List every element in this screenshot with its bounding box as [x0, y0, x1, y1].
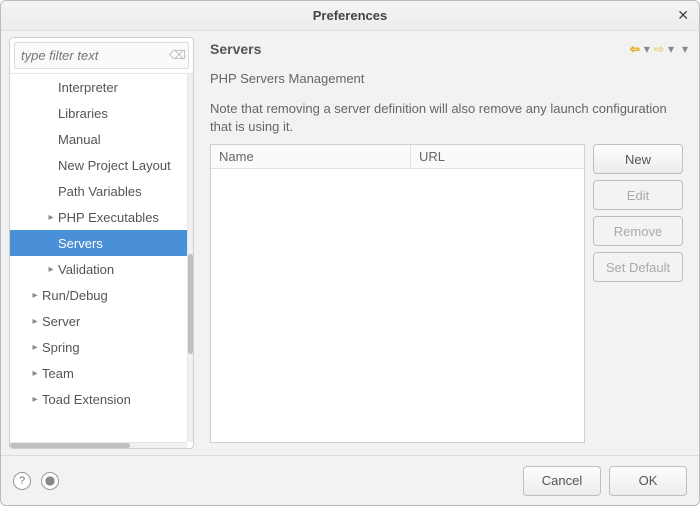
filter-box: ⌫ [10, 38, 193, 74]
body: ⌫ Interpreter Libraries Manual New Project … [1, 31, 699, 455]
tree-item-team[interactable]: ▸Team [10, 360, 187, 386]
servers-table[interactable]: Name URL [210, 144, 585, 443]
tree-item-label: Path Variables [58, 184, 142, 199]
new-button[interactable]: New [593, 144, 683, 174]
help-icon[interactable]: ? [13, 472, 31, 490]
remove-button[interactable]: Remove [593, 216, 683, 246]
tree-item-label: Server [42, 314, 80, 329]
tree-item-label: Team [42, 366, 74, 381]
tree-item-label: PHP Executables [58, 210, 159, 225]
tree-item-label: Manual [58, 132, 101, 147]
tree-item-interpreter[interactable]: Interpreter [10, 74, 187, 100]
tree-item-label: Servers [58, 236, 103, 251]
tree-item-label: Libraries [58, 106, 108, 121]
tree-item-spring[interactable]: ▸Spring [10, 334, 187, 360]
tree-item-manual[interactable]: Manual [10, 126, 187, 152]
tree-item-label: Toad Extension [42, 392, 131, 407]
filter-input[interactable] [14, 42, 189, 69]
tree-item-path-variables[interactable]: Path Variables [10, 178, 187, 204]
side-buttons: New Edit Remove Set Default [593, 144, 683, 443]
main-header: Servers ⇦ ▾ ⇨ ▾ ▾ [204, 37, 689, 65]
set-default-button[interactable]: Set Default [593, 252, 683, 282]
expand-arrow-icon[interactable]: ▸ [44, 264, 58, 275]
page-heading: Servers [210, 41, 261, 57]
tree-item-label: Validation [58, 262, 114, 277]
column-name[interactable]: Name [211, 145, 411, 168]
footer-left: ? [13, 472, 59, 490]
main-content: PHP Servers Management Note that removin… [204, 65, 689, 449]
footer: ? Cancel OK [1, 455, 699, 505]
nav-forward-dropdown-icon[interactable]: ▾ [667, 42, 675, 56]
table-header: Name URL [211, 145, 584, 169]
footer-right: Cancel OK [523, 466, 687, 496]
tree-item-php-executables[interactable]: ▸PHP Executables [10, 204, 187, 230]
nav-back-dropdown-icon[interactable]: ▾ [643, 42, 651, 56]
tree-item-label: Spring [42, 340, 80, 355]
tree-item-label: New Project Layout [58, 158, 171, 173]
close-icon[interactable]: ✕ [677, 7, 689, 24]
edit-button[interactable]: Edit [593, 180, 683, 210]
tree-item-new-project-layout[interactable]: New Project Layout [10, 152, 187, 178]
preferences-window: Preferences ✕ ⌫ Interpreter Libraries Manu… [0, 0, 700, 506]
ok-button[interactable]: OK [609, 466, 687, 496]
sidebar: ⌫ Interpreter Libraries Manual New Project … [9, 37, 194, 449]
table-body[interactable] [211, 169, 584, 442]
nav-icons: ⇦ ▾ ⇨ ▾ ▾ [629, 42, 689, 56]
table-area: Name URL New Edit Remove Set Default [210, 144, 683, 443]
expand-arrow-icon[interactable]: ▸ [28, 290, 42, 301]
expand-arrow-icon[interactable]: ▸ [44, 212, 58, 223]
tree-item-run-debug[interactable]: ▸Run/Debug [10, 282, 187, 308]
window-title: Preferences [313, 8, 387, 23]
column-url[interactable]: URL [411, 145, 584, 168]
expand-arrow-icon[interactable]: ▸ [28, 316, 42, 327]
expand-arrow-icon[interactable]: ▸ [28, 394, 42, 405]
tree-item-server[interactable]: ▸Server [10, 308, 187, 334]
cancel-button[interactable]: Cancel [523, 466, 601, 496]
main-panel: Servers ⇦ ▾ ⇨ ▾ ▾ PHP Servers Management… [198, 31, 699, 455]
titlebar: Preferences ✕ [1, 1, 699, 31]
page-note: Note that removing a server definition w… [210, 100, 683, 136]
preference-tree: Interpreter Libraries Manual New Project La… [10, 74, 193, 448]
tree-item-toad-extension[interactable]: ▸Toad Extension [10, 386, 187, 412]
nav-back-icon[interactable]: ⇦ [629, 42, 641, 56]
nav-forward-icon[interactable]: ⇨ [653, 42, 665, 56]
tree-item-label: Run/Debug [42, 288, 108, 303]
tree-item-libraries[interactable]: Libraries [10, 100, 187, 126]
import-export-icon[interactable] [41, 472, 59, 490]
tree-vertical-scrollbar[interactable] [187, 74, 193, 442]
tree-horizontal-scrollbar[interactable] [10, 442, 187, 448]
tree-item-servers[interactable]: Servers [10, 230, 187, 256]
expand-arrow-icon[interactable]: ▸ [28, 342, 42, 353]
tree-item-label: Interpreter [58, 80, 118, 95]
clear-filter-icon[interactable]: ⌫ [169, 48, 183, 62]
expand-arrow-icon[interactable]: ▸ [28, 368, 42, 379]
tree-item-validation[interactable]: ▸Validation [10, 256, 187, 282]
nav-menu-icon[interactable]: ▾ [681, 42, 689, 56]
page-subtitle: PHP Servers Management [210, 71, 683, 86]
